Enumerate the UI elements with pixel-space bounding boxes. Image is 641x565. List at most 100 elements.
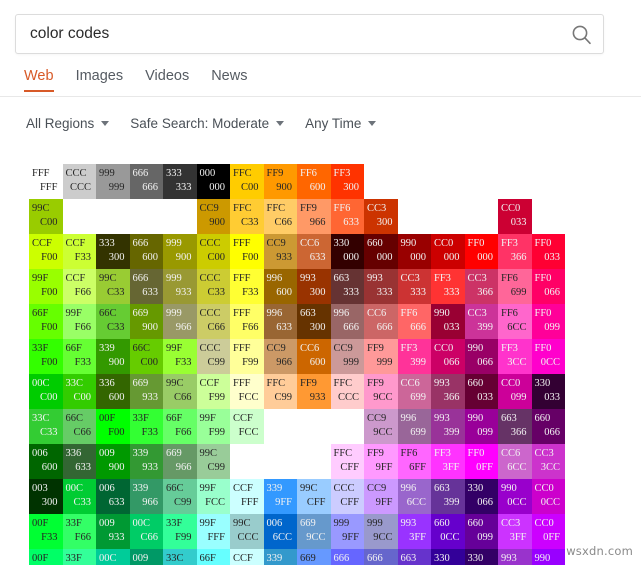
tab-news[interactable]: News	[200, 66, 258, 92]
color-cell[interactable]: 993 300	[297, 269, 331, 304]
color-cell[interactable]: 996 6CC	[397, 479, 431, 514]
color-cell[interactable]: 6699FF	[297, 549, 331, 565]
color-cell[interactable]: 669 966	[163, 444, 197, 479]
color-cell[interactable]: CC9 900	[196, 199, 230, 234]
color-cell[interactable]: FF6 666	[397, 304, 431, 339]
color-cell[interactable]: 33C C00	[62, 374, 96, 409]
color-cell[interactable]: 990 033	[431, 304, 465, 339]
color-cell[interactable]: 00F F00	[96, 409, 130, 444]
color-cell[interactable]: 33C C33	[29, 409, 63, 444]
color-cell[interactable]: 660 066	[531, 409, 565, 444]
color-cell[interactable]: CC9 966	[263, 339, 297, 374]
color-cell[interactable]: CC3 300	[364, 199, 398, 234]
color-cell[interactable]: 66F F00	[29, 304, 63, 339]
color-cell[interactable]: 006 600	[29, 444, 63, 479]
color-cell[interactable]: FF0 066	[531, 269, 565, 304]
color-cell[interactable]: 996 666	[330, 304, 364, 339]
color-cell[interactable]: FFF FCC	[230, 374, 264, 409]
color-cell[interactable]: CCC C99	[196, 339, 230, 374]
color-cell[interactable]: 00F F33	[29, 514, 63, 549]
color-cell[interactable]: 996 600	[263, 269, 297, 304]
color-cell[interactable]: CC9 9FF	[364, 479, 398, 514]
color-cell[interactable]: 663 399	[431, 479, 465, 514]
color-cell[interactable]: 993 366	[431, 374, 465, 409]
color-cell[interactable]: FF3 300	[330, 164, 364, 199]
color-cell[interactable]: CC6 6CC	[498, 444, 532, 479]
color-cell[interactable]: CC3 366	[464, 269, 498, 304]
color-cell[interactable]: 66C C00	[129, 339, 163, 374]
color-cell[interactable]: 669 9CC	[297, 514, 331, 549]
color-cell[interactable]: 666 666	[129, 164, 163, 199]
color-cell[interactable]: 999 933	[163, 269, 197, 304]
color-cell[interactable]: CCC CCC	[62, 164, 96, 199]
color-cell[interactable]: 663 300	[297, 304, 331, 339]
color-cell[interactable]: FF3 399	[397, 339, 431, 374]
color-cell[interactable]: 006 633	[96, 479, 130, 514]
color-cell[interactable]: 999 966	[163, 304, 197, 339]
color-cell[interactable]: CC3 3CC	[531, 444, 565, 479]
color-cell[interactable]: FF9 9CC	[364, 374, 398, 409]
color-cell[interactable]: 33FF99	[62, 549, 96, 565]
color-cell[interactable]: FFC C99	[263, 374, 297, 409]
color-cell[interactable]: CCF F99	[196, 374, 230, 409]
color-cell[interactable]: 663 366	[498, 409, 532, 444]
color-cell[interactable]: CC3 3FF	[498, 514, 532, 549]
color-cell[interactable]: CC9 999	[330, 339, 364, 374]
color-cell[interactable]: 009 900	[96, 444, 130, 479]
color-cell[interactable]: 99F F33	[163, 339, 197, 374]
color-cell[interactable]: 00FF66	[29, 549, 63, 565]
color-cell[interactable]: 999 9CC	[364, 514, 398, 549]
color-cell[interactable]: CC0 066	[431, 339, 465, 374]
color-cell[interactable]: FFF F66	[230, 304, 264, 339]
color-cell[interactable]: FFC CCC	[330, 374, 364, 409]
color-cell[interactable]: CC0 000	[431, 234, 465, 269]
color-cell[interactable]: 66C C99	[163, 479, 197, 514]
filter-region[interactable]: All Regions	[15, 112, 119, 135]
color-cell[interactable]: CC3 399	[464, 304, 498, 339]
color-cell[interactable]: CCC CFF	[330, 479, 364, 514]
color-cell[interactable]: 336 633	[62, 444, 96, 479]
color-cell[interactable]: 33F F00	[29, 339, 63, 374]
color-cell[interactable]: FFF F33	[230, 269, 264, 304]
color-cell[interactable]: 330 000	[330, 234, 364, 269]
color-cell[interactable]: FFC C66	[263, 199, 297, 234]
color-cell[interactable]: FF3 3CC	[498, 339, 532, 374]
color-cell[interactable]: FF3 333	[431, 269, 465, 304]
color-cell[interactable]: 00CC99	[96, 549, 130, 565]
color-cell[interactable]: 99F F99	[196, 409, 230, 444]
color-cell[interactable]: 66F F66	[163, 409, 197, 444]
color-cell[interactable]: 330 033	[531, 374, 565, 409]
color-cell[interactable]: 336 600	[96, 374, 130, 409]
color-cell[interactable]: 66C C66	[62, 409, 96, 444]
color-cell[interactable]: FFF F00	[230, 234, 264, 269]
color-cell[interactable]: FF6 633	[330, 199, 364, 234]
color-cell[interactable]: CCF F33	[62, 234, 96, 269]
color-cell[interactable]: 333 300	[96, 234, 130, 269]
color-cell[interactable]: CC0 0CC	[531, 479, 565, 514]
color-cell[interactable]: 33FF99	[163, 514, 197, 549]
color-cell[interactable]: 990 0CC	[498, 479, 532, 514]
search-bar[interactable]	[15, 14, 604, 54]
color-cell[interactable]: FF9 900	[263, 164, 297, 199]
color-cell[interactable]: CCF F66	[62, 269, 96, 304]
color-cell[interactable]: 993 3FF	[397, 514, 431, 549]
color-cell[interactable]: 339 966	[129, 479, 163, 514]
color-cell[interactable]: FFC C00	[230, 164, 264, 199]
color-cell[interactable]: 33F F66	[62, 514, 96, 549]
color-cell[interactable]: CC6 666	[364, 304, 398, 339]
color-cell[interactable]: 6666FF	[330, 549, 364, 565]
color-cell[interactable]: FFC CFF	[330, 444, 364, 479]
color-cell[interactable]: 999 999	[96, 164, 130, 199]
color-cell[interactable]: CC0 0FF	[531, 514, 565, 549]
color-cell[interactable]: FF9 966	[297, 199, 331, 234]
color-cell[interactable]: 666 633	[129, 269, 163, 304]
color-cell[interactable]: 339 900	[96, 339, 130, 374]
color-cell[interactable]: 660 000	[364, 234, 398, 269]
color-cell[interactable]: 660 099	[464, 514, 498, 549]
search-input[interactable]	[16, 15, 559, 53]
color-cell[interactable]: CCC C33	[196, 269, 230, 304]
color-cell[interactable]: 003 300	[29, 479, 63, 514]
color-cell[interactable]: 33CCCC	[163, 549, 197, 565]
color-cell[interactable]: 996 699	[397, 409, 431, 444]
color-cell[interactable]: 660 033	[464, 374, 498, 409]
